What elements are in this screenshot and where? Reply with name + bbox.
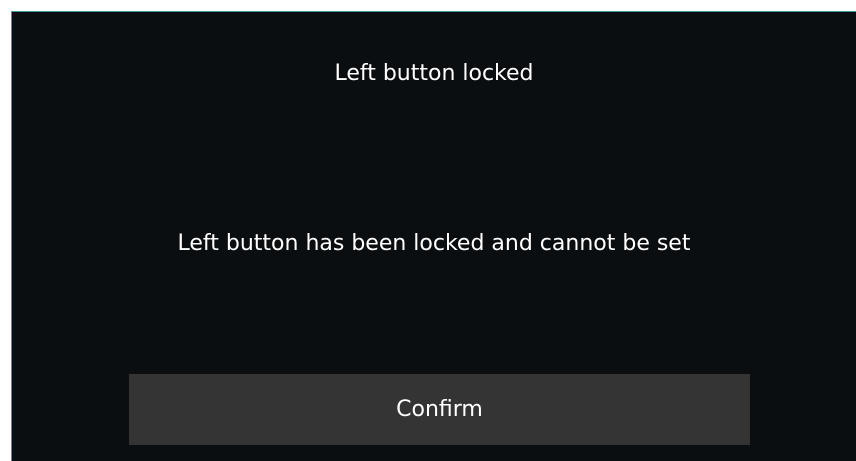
confirm-button[interactable]: Confirm [129,374,750,445]
lock-alert-dialog: Left button locked Left button has been … [11,11,856,461]
dialog-message: Left button has been locked and cannot b… [177,231,691,256]
dialog-title: Left button locked [334,61,534,86]
